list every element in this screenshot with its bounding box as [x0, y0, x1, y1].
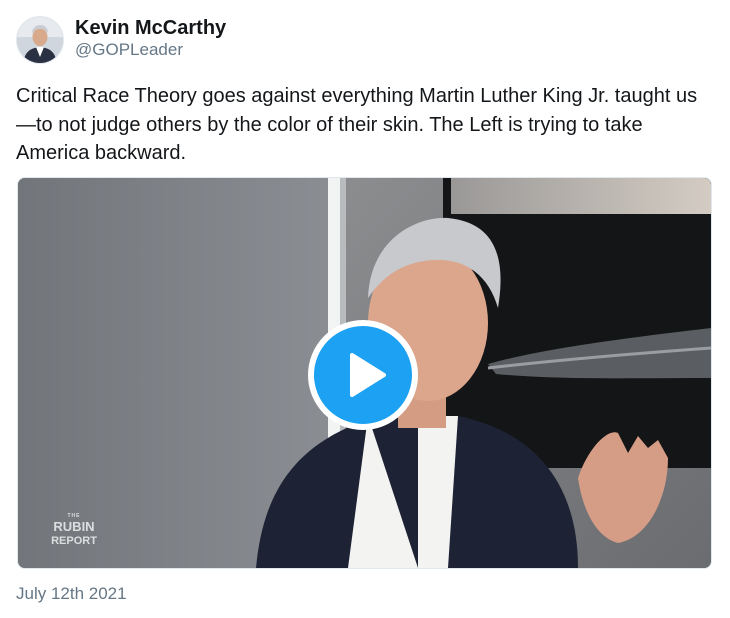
tweet-text: Critical Race Theory goes against everyt…	[16, 85, 698, 164]
tweet-card: Kevin McCarthy @GOPLeader Critical Race …	[0, 0, 730, 618]
watermark-line3: REPORT	[51, 535, 97, 547]
rubin-report-watermark: THE RUBIN REPORT	[44, 512, 104, 548]
play-icon	[350, 353, 386, 397]
author-name[interactable]: Kevin McCarthy	[75, 16, 226, 40]
video-player[interactable]: THE RUBIN REPORT	[17, 177, 712, 569]
author-handle[interactable]: @GOPLeader	[75, 40, 183, 60]
watermark-line2: RUBIN	[53, 519, 95, 534]
avatar[interactable]	[16, 16, 64, 64]
tweet-date[interactable]: July 12th 2021	[16, 583, 127, 605]
play-button[interactable]	[308, 320, 418, 430]
